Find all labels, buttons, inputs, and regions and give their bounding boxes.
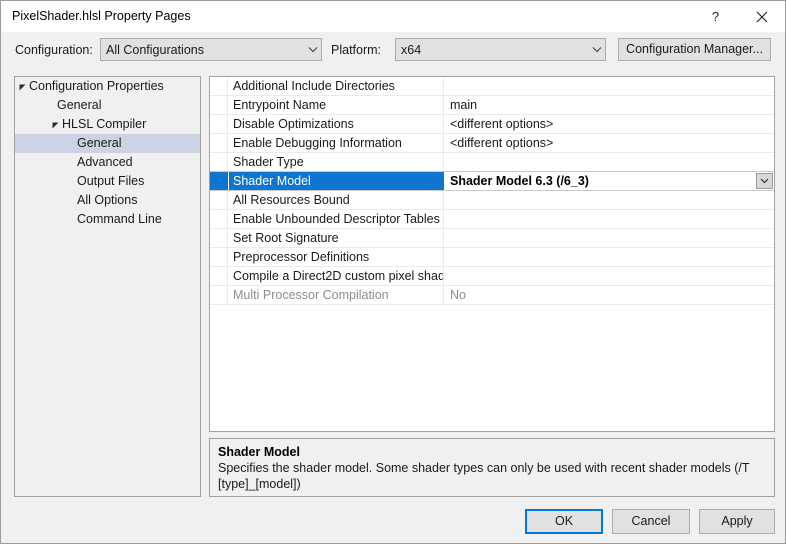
row-gutter [210, 153, 228, 171]
tree-item-configuration-properties[interactable]: Configuration Properties [15, 77, 200, 96]
tree-item-hlsl-compiler[interactable]: HLSL Compiler [15, 115, 200, 134]
tree-item-general[interactable]: General [15, 96, 200, 115]
tree-item-label: Command Line [77, 212, 162, 226]
property-row[interactable]: All Resources Bound [210, 191, 774, 210]
property-pages-dialog: PixelShader.hlsl Property Pages ? Config… [0, 0, 786, 544]
property-name: Entrypoint Name [229, 96, 444, 114]
chevron-down-icon [588, 46, 605, 53]
property-value[interactable] [445, 248, 774, 266]
property-name: Enable Unbounded Descriptor Tables [229, 210, 444, 228]
tree-item-label: HLSL Compiler [62, 117, 147, 131]
property-value[interactable]: No [445, 286, 774, 304]
close-icon [756, 11, 767, 22]
tree-item-label: All Options [77, 193, 138, 207]
row-gutter [210, 134, 228, 152]
property-value[interactable] [445, 77, 774, 95]
property-row[interactable]: Shader Model Shader Model 6.3 (/6_3) [210, 171, 774, 191]
property-value[interactable]: <different options> [445, 115, 774, 133]
row-gutter [210, 77, 228, 95]
description-title: Shader Model [218, 445, 300, 459]
row-gutter [210, 229, 228, 247]
property-name: Multi Processor Compilation [229, 286, 444, 304]
property-value[interactable]: <different options> [445, 134, 774, 152]
ok-button[interactable]: OK [525, 509, 603, 534]
platform-select-value: x64 [401, 42, 422, 57]
question-mark-icon: ? [711, 9, 720, 24]
property-name: Set Root Signature [229, 229, 444, 247]
description-text: Specifies the shader model. Some shader … [218, 461, 750, 491]
property-value[interactable]: Shader Model 6.3 (/6_3) [445, 172, 774, 190]
tree-expander-expanded-icon[interactable] [16, 77, 30, 96]
close-button[interactable] [739, 1, 784, 32]
configuration-toolbar: Configuration: All Configurations Platfo… [1, 33, 785, 69]
property-value[interactable] [445, 267, 774, 285]
apply-button[interactable]: Apply [699, 509, 775, 534]
property-row[interactable]: Preprocessor Definitions [210, 248, 774, 267]
row-gutter [210, 248, 228, 266]
property-row[interactable]: Additional Include Directories [210, 77, 774, 96]
tree-item-label: Advanced [77, 155, 133, 169]
cancel-button[interactable]: Cancel [612, 509, 690, 534]
property-value[interactable] [445, 210, 774, 228]
tree-item-label: General [57, 98, 102, 112]
row-gutter [210, 172, 228, 190]
property-row[interactable]: Compile a Direct2D custom pixel shader [210, 267, 774, 286]
property-grid[interactable]: Additional Include Directories Entrypoint… [209, 76, 775, 432]
property-value-dropdown-button[interactable] [756, 173, 773, 189]
property-name: Additional Include Directories [229, 77, 444, 95]
row-gutter [210, 191, 228, 209]
property-name: Disable Optimizations [229, 115, 444, 133]
tree-item-label: General [77, 136, 122, 150]
property-name: Preprocessor Definitions [229, 248, 444, 266]
window-title: PixelShader.hlsl Property Pages [12, 9, 191, 23]
property-name: Shader Model [229, 172, 444, 190]
property-row[interactable]: Disable Optimizations <different options> [210, 115, 774, 134]
chevron-down-icon [760, 178, 769, 184]
configuration-manager-button[interactable]: Configuration Manager... [618, 38, 771, 61]
property-name: Compile a Direct2D custom pixel shader [229, 267, 444, 285]
property-row[interactable]: Enable Unbounded Descriptor Tables [210, 210, 774, 229]
row-gutter [210, 210, 228, 228]
property-value[interactable]: main [445, 96, 774, 114]
tree-item-general[interactable]: General [15, 134, 200, 153]
property-name: Enable Debugging Information [229, 134, 444, 152]
platform-label: Platform: [331, 43, 382, 57]
property-value[interactable] [445, 191, 774, 209]
platform-select[interactable]: x64 [395, 38, 606, 61]
row-gutter [210, 115, 228, 133]
property-row[interactable]: Entrypoint Name main [210, 96, 774, 115]
row-gutter [210, 267, 228, 285]
tree-item-all-options[interactable]: All Options [15, 191, 200, 210]
property-row[interactable]: Shader Type [210, 153, 774, 172]
configuration-select-value: All Configurations [106, 42, 204, 57]
property-description-panel: Shader Model Specifies the shader model.… [209, 438, 775, 497]
property-name: All Resources Bound [229, 191, 444, 209]
configuration-properties-tree[interactable]: Configuration Properties General HLSL Comp… [14, 76, 201, 497]
row-gutter [210, 286, 228, 304]
configuration-select[interactable]: All Configurations [100, 38, 322, 61]
property-value[interactable] [445, 153, 774, 171]
property-name: Shader Type [229, 153, 444, 171]
tree-item-output-files[interactable]: Output Files [15, 172, 200, 191]
tree-item-command-line[interactable]: Command Line [15, 210, 200, 229]
property-row[interactable]: Multi Processor Compilation No [210, 286, 774, 305]
row-gutter [210, 96, 228, 114]
help-button[interactable]: ? [693, 1, 738, 32]
tree-item-advanced[interactable]: Advanced [15, 153, 200, 172]
tree-item-label: Configuration Properties [29, 79, 164, 93]
property-value[interactable] [445, 229, 774, 247]
tree-expander-expanded-icon[interactable] [49, 115, 63, 134]
chevron-down-icon [304, 46, 321, 53]
property-row[interactable]: Set Root Signature [210, 229, 774, 248]
configuration-label: Configuration: [15, 43, 93, 57]
tree-item-label: Output Files [77, 174, 145, 188]
title-bar: PixelShader.hlsl Property Pages ? [1, 1, 785, 32]
property-row[interactable]: Enable Debugging Information <different o… [210, 134, 774, 153]
